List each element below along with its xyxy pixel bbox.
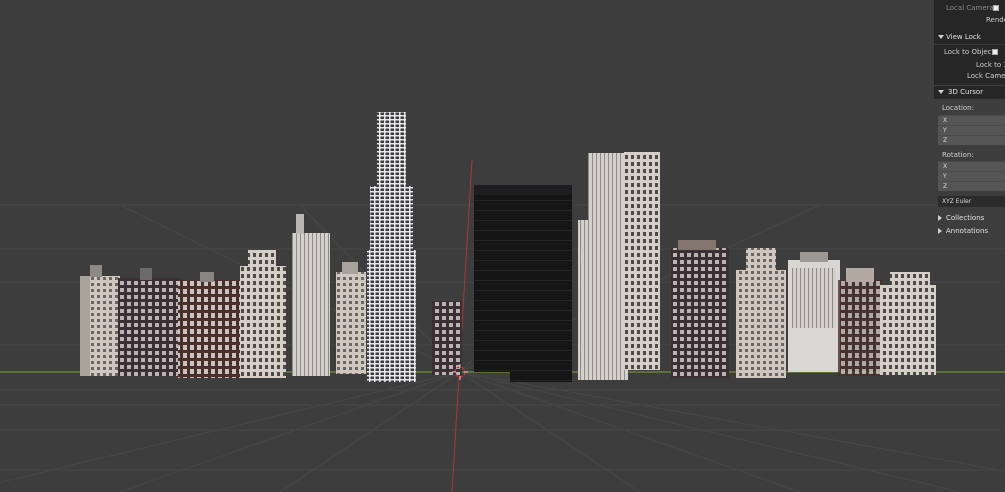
lock-camera-label[interactable]: Lock Camera: [967, 72, 1005, 80]
rotation-label: Rotation:: [942, 151, 974, 159]
city-buildings: [80, 112, 936, 382]
building-12: [736, 248, 786, 378]
rotation-mode-select[interactable]: XYZ Euler: [938, 196, 1005, 207]
rotation-z-field[interactable]: Z: [938, 181, 1005, 191]
building-7: [367, 112, 416, 382]
view-lock-header[interactable]: View Lock: [938, 33, 981, 41]
rotation-x-field[interactable]: X: [938, 161, 1005, 171]
building-9: [474, 185, 572, 382]
lock-to-3d-label[interactable]: Lock to 3D: [976, 61, 1005, 69]
rotation-y-field[interactable]: Y: [938, 171, 1005, 181]
building-6: [336, 262, 366, 374]
location-label: Location:: [942, 104, 974, 112]
building-15: [880, 272, 936, 375]
collections-header[interactable]: Collections: [938, 214, 984, 222]
building-14: [838, 268, 882, 376]
3d-cursor-title: 3D Cursor: [948, 88, 984, 96]
lock-to-object-label: Lock to Object: [944, 48, 995, 56]
building-2: [118, 268, 180, 376]
building-8: [432, 301, 462, 375]
chevron-right-icon: [938, 228, 942, 234]
building-3: [178, 272, 240, 378]
lock-to-object-field[interactable]: [992, 49, 998, 55]
building-10: [578, 152, 660, 380]
building-11: [671, 240, 729, 378]
location-z-field[interactable]: Z: [938, 135, 1005, 145]
local-camera-checkbox[interactable]: [993, 5, 999, 11]
building-4: [240, 250, 286, 378]
local-camera-label: Local Camera: [946, 4, 994, 12]
chevron-down-icon: [938, 90, 944, 94]
chevron-right-icon: [938, 215, 942, 221]
building-1: [80, 265, 120, 376]
chevron-down-icon: [938, 35, 944, 39]
collections-label: Collections: [946, 214, 985, 222]
3d-viewport[interactable]: [0, 0, 1005, 492]
location-y-field[interactable]: Y: [938, 125, 1005, 135]
location-x-field[interactable]: X: [938, 115, 1005, 125]
3d-cursor-header[interactable]: 3D Cursor: [938, 88, 983, 96]
building-5: [292, 214, 330, 376]
view-lock-label: View Lock: [946, 33, 981, 41]
annotations-header[interactable]: Annotations: [938, 227, 988, 235]
sidebar-panel: Local Camera Rende View Lock Lock to Obj…: [934, 0, 1005, 492]
annotations-label: Annotations: [946, 227, 989, 235]
building-13: [788, 252, 840, 372]
render-label: Rende: [986, 16, 1005, 24]
